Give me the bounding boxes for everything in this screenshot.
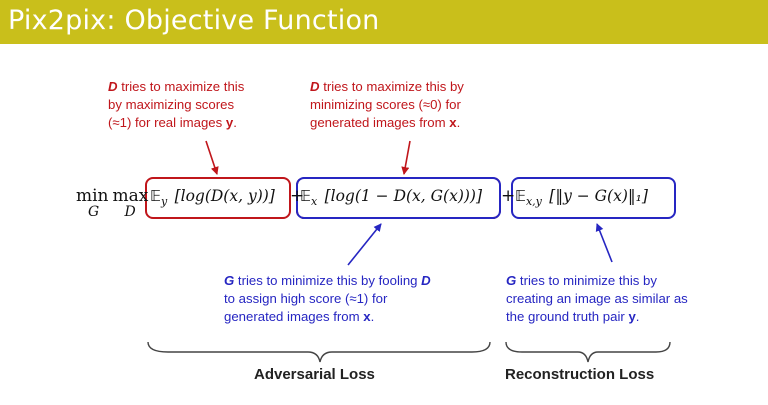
annotation-text: tries to minimize this by fooling: [234, 273, 422, 288]
adversarial-loss-label: Adversarial Loss: [254, 366, 375, 383]
symbol-g: G: [224, 273, 235, 288]
annotation-g-adversarial: G tries to minimize this by fooling D to…: [224, 272, 431, 326]
symbol-x: x: [363, 309, 371, 324]
annotation-g-reconstruction: G tries to minimize this by creating an …: [506, 272, 688, 326]
annotation-text: tries to minimize this by: [516, 273, 657, 288]
reconstruction-loss-label: Reconstruction Loss: [505, 366, 655, 383]
brace-reconstruction: [505, 341, 671, 363]
symbol-g: G: [506, 273, 517, 288]
brace-adversarial: [147, 341, 491, 363]
annotation-text: .: [370, 309, 375, 324]
annotation-text: creating an image as similar as: [506, 291, 688, 306]
arrow-d-real: [205, 140, 219, 175]
annotation-text: the ground truth pair: [506, 309, 629, 324]
arrow-g-adv: [347, 223, 382, 266]
symbol-d: D: [421, 273, 431, 288]
annotation-text: generated images from: [224, 309, 364, 324]
symbol-y: y: [628, 309, 636, 324]
arrow-g-rec: [595, 223, 613, 263]
arrow-d-fake: [401, 140, 411, 175]
diagram-overlay: [147, 140, 671, 363]
annotation-text: .: [635, 309, 640, 324]
annotation-text: to assign high score (≈1) for: [224, 291, 388, 306]
